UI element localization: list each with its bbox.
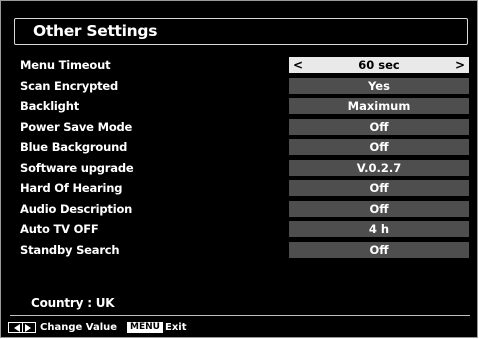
setting-row-audio-description[interactable]: Audio Description Off bbox=[1, 201, 479, 218]
setting-label: Hard Of Hearing bbox=[20, 181, 123, 195]
setting-value[interactable]: Off bbox=[289, 242, 469, 258]
setting-label: Menu Timeout bbox=[20, 58, 111, 72]
setting-label: Audio Description bbox=[20, 202, 133, 216]
setting-label: Scan Encrypted bbox=[20, 79, 119, 93]
setting-value[interactable]: < 60 sec > bbox=[289, 57, 469, 73]
setting-value[interactable]: Off bbox=[289, 119, 469, 135]
setting-label: Standby Search bbox=[20, 243, 120, 257]
country-label: Country : UK bbox=[31, 296, 115, 310]
setting-row-power-save-mode[interactable]: Power Save Mode Off bbox=[1, 119, 479, 136]
left-right-arrows-icon bbox=[8, 322, 36, 333]
setting-row-blue-background[interactable]: Blue Background Off bbox=[1, 139, 479, 156]
setting-label: Power Save Mode bbox=[20, 120, 133, 134]
setting-row-scan-encrypted[interactable]: Scan Encrypted Yes bbox=[1, 78, 479, 95]
footer-divider bbox=[10, 315, 470, 316]
setting-row-standby-search[interactable]: Standby Search Off bbox=[1, 242, 479, 259]
setting-value[interactable]: Off bbox=[289, 180, 469, 196]
setting-label: Auto TV OFF bbox=[20, 222, 99, 236]
setting-label: Software upgrade bbox=[20, 161, 134, 175]
footer-hints: Change Value MENU Exit bbox=[8, 320, 196, 335]
arrow-right-icon[interactable]: > bbox=[455, 57, 465, 73]
setting-value[interactable]: V.0.2.7 bbox=[289, 160, 469, 176]
change-value-hint: Change Value bbox=[40, 322, 118, 333]
setting-row-menu-timeout[interactable]: Menu Timeout < 60 sec > bbox=[1, 57, 479, 74]
tv-osd-screen: Other Settings Menu Timeout < 60 sec > S… bbox=[0, 0, 478, 338]
title-bar: Other Settings bbox=[14, 18, 468, 45]
setting-value[interactable]: Off bbox=[289, 201, 469, 217]
setting-value[interactable]: 4 h bbox=[289, 221, 469, 237]
setting-value-text: 60 sec bbox=[358, 58, 400, 72]
menu-key-icon: MENU bbox=[127, 322, 163, 333]
setting-label: Backlight bbox=[20, 99, 79, 113]
setting-row-hard-of-hearing[interactable]: Hard Of Hearing Off bbox=[1, 180, 479, 197]
setting-row-backlight[interactable]: Backlight Maximum bbox=[1, 98, 479, 115]
setting-value[interactable]: Maximum bbox=[289, 98, 469, 114]
setting-label: Blue Background bbox=[20, 140, 128, 154]
setting-value[interactable]: Yes bbox=[289, 78, 469, 94]
setting-row-software-upgrade[interactable]: Software upgrade V.0.2.7 bbox=[1, 160, 479, 177]
setting-row-auto-tv-off[interactable]: Auto TV OFF 4 h bbox=[1, 221, 479, 238]
page-title: Other Settings bbox=[33, 22, 158, 40]
setting-value[interactable]: Off bbox=[289, 139, 469, 155]
arrow-left-icon[interactable]: < bbox=[293, 57, 303, 73]
exit-hint: Exit bbox=[164, 322, 187, 333]
